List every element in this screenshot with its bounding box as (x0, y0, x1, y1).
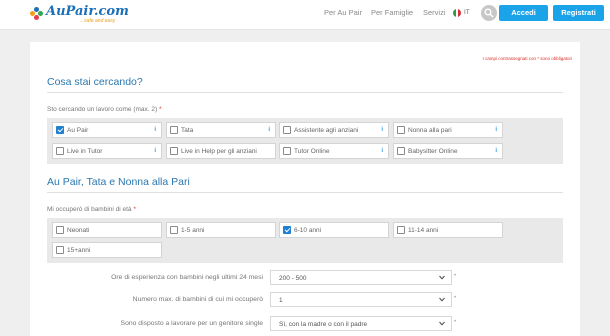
chevron-down-icon (439, 321, 445, 326)
info-dot-icon: • (454, 273, 457, 279)
logo-tagline: ...safe and easy (80, 18, 116, 24)
children-ages-label: Mi occuperò di bambini di età * (47, 206, 136, 213)
info-icon[interactable]: i (154, 148, 156, 154)
top-header: AuPair.com ...safe and easy Per Au Pair … (0, 0, 610, 30)
info-icon[interactable]: i (495, 148, 497, 154)
single-parent-label: Sono disposto a lavorare per un genitore… (120, 320, 263, 327)
search-icon (484, 8, 494, 18)
age-option-6-10[interactable]: 6-10 anni (279, 222, 389, 238)
info-icon[interactable]: i (268, 127, 270, 133)
checkbox[interactable] (397, 147, 405, 155)
italy-flag-icon[interactable] (453, 9, 461, 17)
checkbox[interactable] (170, 226, 178, 234)
job-option-tutor-online[interactable]: Tutor Online i (279, 143, 389, 159)
job-option-babysitter-online[interactable]: Babysitter Online i (393, 143, 503, 159)
job-option-assistente-anziani[interactable]: Assistente agli anziani i (279, 122, 389, 138)
job-option-tata[interactable]: Tata i (166, 122, 276, 138)
age-option-11-14[interactable]: 11-14 anni (393, 222, 503, 238)
info-icon[interactable]: i (495, 127, 497, 133)
section-title-au-pair-tata-nonna: Au Pair, Tata e Nonna alla Pari (47, 176, 190, 188)
job-type-label: Sto cercando un lavoro come (max. 2) * (47, 106, 162, 113)
nav-servizi[interactable]: Servizi (423, 8, 446, 17)
chevron-down-icon (439, 275, 445, 280)
search-form-card: I campi contrassegnati con * sono obblig… (30, 42, 580, 336)
checkbox[interactable] (397, 226, 405, 234)
aupair-logo[interactable]: AuPair.com ...safe and easy (30, 5, 129, 25)
info-icon[interactable]: i (381, 127, 383, 133)
chevron-down-icon (439, 297, 445, 302)
checkbox[interactable] (283, 147, 291, 155)
single-parent-select[interactable]: Sì, con la madre o con il padre (270, 316, 452, 331)
logo-flower-icon (30, 7, 43, 20)
job-option-au-pair[interactable]: Au Pair i (52, 122, 162, 138)
checkbox-checked[interactable] (283, 226, 291, 234)
register-button[interactable]: Registrati (553, 5, 604, 21)
login-button[interactable]: Accedi (499, 5, 548, 21)
checkbox[interactable] (56, 226, 64, 234)
info-dot-icon: • (454, 319, 457, 325)
job-option-live-in-help-anziani[interactable]: Live in Help per gli anziani (166, 143, 276, 159)
checkbox[interactable] (170, 126, 178, 134)
experience-select[interactable]: 200 - 500 (270, 270, 452, 285)
age-option-15-plus[interactable]: 15+anni (52, 242, 162, 258)
language-selector[interactable]: IT (464, 9, 470, 16)
nav-per-famiglie[interactable]: Per Famiglie (371, 8, 413, 17)
job-option-nonna-alla-pari[interactable]: Nonna alla pari i (393, 122, 503, 138)
search-button[interactable] (481, 5, 497, 21)
max-children-label: Numero max. di bambini di cui mi occuper… (132, 296, 263, 303)
logo-name: AuPair.com (46, 4, 129, 19)
info-dot-icon: • (454, 295, 457, 301)
job-option-live-in-tutor[interactable]: Live in Tutor i (52, 143, 162, 159)
age-option-1-5[interactable]: 1-5 anni (166, 222, 276, 238)
info-icon[interactable]: i (154, 127, 156, 133)
section-divider (47, 92, 563, 93)
max-children-select[interactable]: 1 (270, 292, 452, 307)
nav-per-au-pair[interactable]: Per Au Pair (324, 8, 362, 17)
checkbox[interactable] (170, 147, 178, 155)
checkbox[interactable] (397, 126, 405, 134)
experience-label: Ore di esperienza con bambini negli ulti… (111, 274, 263, 281)
required-fields-note: I campi contrassegnati con * sono obblig… (482, 56, 572, 61)
info-icon[interactable]: i (381, 148, 383, 154)
checkbox[interactable] (283, 126, 291, 134)
age-option-neonati[interactable]: Neonati (52, 222, 162, 238)
checkbox[interactable] (56, 246, 64, 254)
checkbox-checked[interactable] (56, 126, 64, 134)
checkbox[interactable] (56, 147, 64, 155)
section-title-looking-for: Cosa stai cercando? (47, 76, 143, 88)
section-divider (47, 192, 563, 193)
